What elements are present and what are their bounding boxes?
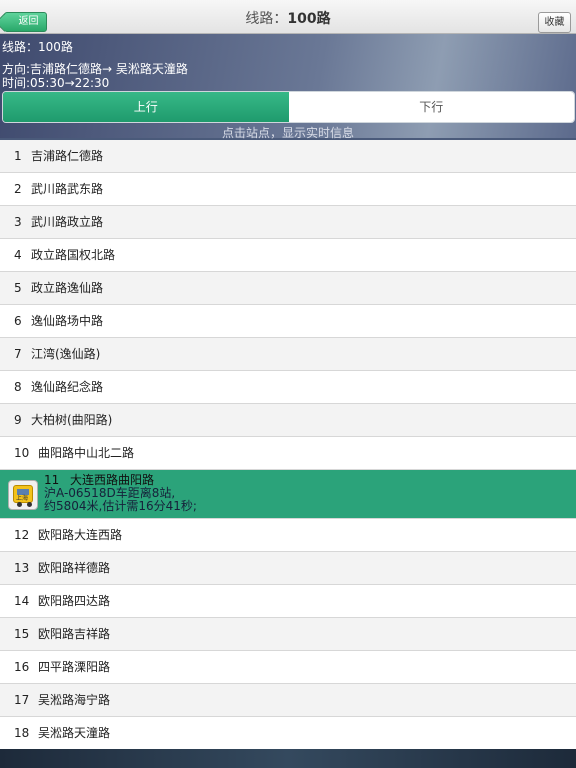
nav-bar: 返回 线路：100路 收藏: [0, 0, 576, 34]
stop-number: 18: [14, 726, 30, 740]
stop-name: 政立路国权北路: [31, 248, 116, 262]
stop-number: 17: [14, 693, 30, 707]
stop-row[interactable]: 2 武川路武东路: [0, 173, 576, 206]
stop-row[interactable]: 7 江湾(逸仙路): [0, 338, 576, 371]
stop-number: 5: [14, 281, 22, 295]
stop-row[interactable]: 6 逸仙路场中路: [0, 305, 576, 338]
stop-name: 江湾(逸仙路): [31, 347, 101, 361]
stop-number: 6: [14, 314, 22, 328]
stop-row-active[interactable]: 上海 11 大连西路曲阳路 沪A-06518D车距离8站, 约5804米,估计需1…: [0, 470, 576, 519]
direction-text: 方向:吉浦路仁德路→ 吴淞路天潼路: [2, 62, 188, 76]
bus-icon-label: 上海: [16, 495, 29, 502]
stop-name: 大连西路曲阳路: [70, 473, 155, 487]
stop-name: 吴淞路海宁路: [38, 693, 111, 707]
direction-down-tab[interactable]: 下行: [288, 92, 574, 122]
bus-eta-info: 约5804米,估计需16分41秒;: [44, 499, 197, 513]
stop-number: 9: [14, 413, 22, 427]
stop-row[interactable]: 12 欧阳路大连西路: [0, 519, 576, 552]
stop-row[interactable]: 9 大柏树(曲阳路): [0, 404, 576, 437]
tap-stop-hint: 点击站点，显示实时信息: [221, 126, 354, 140]
stop-name: 欧阳路吉祥路: [38, 627, 111, 641]
stop-row[interactable]: 4 政立路国权北路: [0, 239, 576, 272]
direction-up-tab[interactable]: 上行: [3, 92, 289, 122]
stop-number: 14: [14, 594, 30, 608]
stop-row[interactable]: 13 欧阳路祥德路: [0, 552, 576, 585]
bus-body-shape: 上海: [13, 485, 33, 503]
stop-number: 16: [14, 660, 30, 674]
stop-row[interactable]: 8 逸仙路纪念路: [0, 371, 576, 404]
stop-list: 1 吉浦路仁德路 2 武川路武东路 3 武川路政立路 4 政立路国权北路 5 政立路逸仙路…: [0, 140, 576, 750]
stop-row[interactable]: 18 吴淞路天潼路: [0, 717, 576, 750]
stop-number: 15: [14, 627, 30, 641]
stop-name: 四平路溧阳路: [38, 660, 111, 674]
page-title-prefix: 线路：: [245, 11, 288, 27]
route-line-text: 线路：100路: [2, 40, 73, 54]
stop-row[interactable]: 1 吉浦路仁德路: [0, 140, 576, 173]
bus-wheel-shape: [17, 502, 22, 507]
stop-row[interactable]: 5 政立路逸仙路: [0, 272, 576, 305]
stop-row[interactable]: 10 曲阳路中山北二路: [0, 437, 576, 470]
stop-name: 政立路逸仙路: [31, 281, 104, 295]
favorite-button[interactable]: 收藏: [538, 12, 571, 33]
stop-number: 13: [14, 561, 30, 575]
stop-number: 8: [14, 380, 22, 394]
stop-name: 欧阳路祥德路: [38, 561, 111, 575]
stop-number: 1: [14, 149, 22, 163]
bus-wheel-shape: [27, 502, 32, 507]
stop-number: 4: [14, 248, 22, 262]
bottom-bar: [0, 749, 576, 768]
stop-name: 欧阳路大连西路: [38, 528, 123, 542]
stop-name: 欧阳路四达路: [38, 594, 111, 608]
stop-name: 吉浦路仁德路: [31, 149, 104, 163]
stop-number: 2: [14, 182, 22, 196]
stop-name: 逸仙路场中路: [31, 314, 104, 328]
stop-name: 大柏树(曲阳路): [31, 413, 113, 427]
stop-row[interactable]: 16 四平路溧阳路: [0, 651, 576, 684]
stop-number: 10: [14, 446, 30, 460]
stop-number: 3: [14, 215, 22, 229]
stop-row[interactable]: 17 吴淞路海宁路: [0, 684, 576, 717]
stop-row[interactable]: 15 欧阳路吉祥路: [0, 618, 576, 651]
stop-name: 吴淞路天潼路: [38, 726, 111, 740]
stop-row[interactable]: 14 欧阳路四达路: [0, 585, 576, 618]
stop-number: 7: [14, 347, 22, 361]
stop-name: 武川路政立路: [31, 215, 104, 229]
page-title: 线路：100路: [0, 8, 576, 28]
service-time-text: 时间:05:30→22:30: [2, 76, 110, 90]
stop-name: 武川路武东路: [31, 182, 104, 196]
stop-name: 逸仙路纪念路: [31, 380, 104, 394]
stop-name: 曲阳路中山北二路: [38, 446, 135, 460]
stop-number: 12: [14, 528, 30, 542]
direction-toggle: 上行 下行: [2, 91, 575, 123]
bus-icon: 上海: [8, 480, 38, 510]
page-title-route: 100路: [287, 11, 331, 27]
stop-row[interactable]: 3 武川路政立路: [0, 206, 576, 239]
